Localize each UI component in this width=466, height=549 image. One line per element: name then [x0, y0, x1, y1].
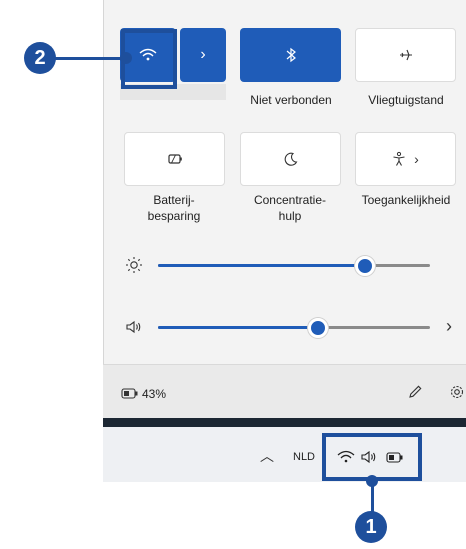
- chevron-up-icon[interactable]: ︿: [260, 446, 274, 466]
- callout-1-anchor-dot: [366, 475, 378, 487]
- focus-assist-label-line1: Concentratie-: [253, 193, 327, 207]
- focus-assist-button[interactable]: [240, 132, 341, 186]
- focus-assist-label-line2: hulp: [278, 209, 302, 223]
- callout-2-anchor-dot: [120, 52, 132, 64]
- airplane-mode-label: Vliegtuigstand: [368, 93, 444, 107]
- airplane-mode-button[interactable]: [355, 28, 456, 82]
- wifi-expand-button[interactable]: ›: [180, 28, 226, 82]
- battery-icon: [120, 386, 140, 400]
- brightness-slider-thumb[interactable]: [355, 256, 375, 276]
- battery-percent: 43%: [142, 387, 167, 401]
- brightness-slider-fill: [158, 264, 365, 267]
- edit-pencil-icon[interactable]: [406, 383, 424, 401]
- bluetooth-label: Niet verbonden: [250, 93, 332, 107]
- bluetooth-icon: [286, 47, 296, 63]
- battery-saver-icon: [167, 154, 182, 164]
- callout-2-leader-line: [48, 57, 124, 60]
- focus-assist-label: Concentratie- hulp: [234, 192, 346, 224]
- airplane-icon: [399, 49, 412, 61]
- battery-saver-label-line1: Batterij-: [153, 193, 195, 207]
- accessibility-icon: [393, 151, 405, 166]
- speaker-icon: [124, 317, 144, 337]
- volume-slider-thumb[interactable]: [308, 318, 328, 338]
- bluetooth-toggle-button[interactable]: [240, 28, 341, 82]
- brightness-icon: [124, 255, 144, 275]
- callout-2-badge: 2: [24, 42, 56, 74]
- chevron-right-icon: ›: [414, 151, 419, 167]
- battery-saver-button[interactable]: [124, 132, 225, 186]
- desktop-strip: [103, 418, 466, 427]
- chevron-right-icon: ›: [200, 46, 206, 63]
- settings-gear-icon[interactable]: [448, 383, 466, 401]
- moon-icon: [284, 152, 297, 166]
- language-indicator[interactable]: NLD: [293, 451, 315, 463]
- volume-slider-fill: [158, 326, 318, 329]
- audio-output-chevron-icon[interactable]: ›: [446, 316, 452, 337]
- accessibility-label: Toegankelijkheid: [361, 193, 451, 207]
- battery-saver-label: Batterij- besparing: [118, 192, 230, 224]
- callout-1-highlight: [322, 433, 422, 481]
- callout-1-badge: 1: [355, 511, 387, 543]
- accessibility-button[interactable]: ›: [355, 132, 456, 186]
- battery-saver-label-line2: besparing: [147, 209, 201, 223]
